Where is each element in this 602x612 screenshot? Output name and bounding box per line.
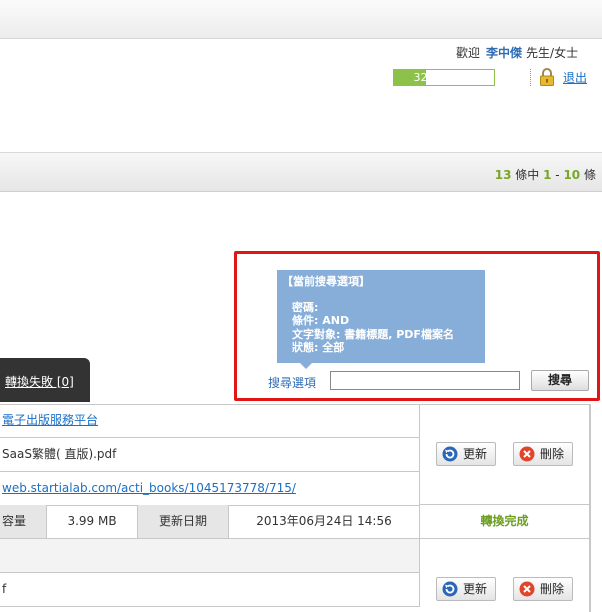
delete-button[interactable]: 刪除 [513, 442, 574, 466]
update-button[interactable]: 更新 [436, 577, 497, 601]
tooltip-line: 條件: AND [292, 314, 350, 327]
header-divider [530, 69, 531, 86]
delete-button[interactable]: 刪除 [513, 577, 574, 601]
tooltip-line: 密碼: [292, 300, 319, 314]
pagination-count: 13 條中 1 - 10 條 [495, 166, 596, 183]
book-actions-cell: 更新 刪除 [420, 539, 590, 612]
book-pdf-name: f [2, 582, 7, 596]
update-button-label: 更新 [463, 447, 488, 461]
table-row: f [0, 573, 420, 607]
table-row [0, 539, 420, 573]
tab-conversion-failed-label[interactable]: 轉換失敗 [0] [5, 373, 74, 390]
logout-link[interactable]: 退出 [563, 69, 587, 86]
refresh-icon [442, 446, 458, 462]
storage-usage-bar: 32% in use [393, 69, 495, 86]
tooltip-line: 狀態: 全部 [292, 341, 345, 354]
welcome-prefix: 歡迎 [456, 46, 481, 60]
updated-value: 2013年06月24日 14:56 [229, 505, 420, 539]
delete-button-label: 刪除 [540, 447, 565, 461]
delete-button-label: 刪除 [540, 582, 565, 596]
updated-label: 更新日期 [138, 505, 229, 539]
book-actions-cell: 更新 刪除 [420, 404, 590, 505]
update-button-label: 更新 [463, 582, 488, 596]
lock-icon [540, 68, 554, 86]
book-url-link[interactable]: web.startialab.com/acti_books/1045173778… [2, 481, 296, 495]
table-row: SaaS繁體( 直版).pdf [0, 438, 420, 472]
book-pdf-name: SaaS繁體( 直版).pdf [2, 447, 117, 461]
range-end: 10 [563, 168, 581, 182]
size-value: 3.99 MB [47, 505, 138, 539]
table-row: web.startialab.com/acti_books/1045173778… [0, 472, 420, 506]
table-row: 電子出版服務平台 [0, 404, 420, 438]
search-input[interactable] [330, 371, 520, 390]
tab-conversion-failed[interactable]: 轉換失敗 [0] [0, 358, 90, 402]
conversion-status: 轉換完成 [420, 505, 590, 539]
username: 李中傑 [486, 46, 523, 60]
welcome-text: 歡迎 李中傑 先生/女士 [456, 44, 578, 61]
range-suffix: 條 [583, 168, 596, 182]
update-button[interactable]: 更新 [436, 442, 497, 466]
status-badge: 轉換完成 [480, 514, 529, 528]
range-sep: - [555, 168, 560, 182]
total-count: 13 [494, 168, 512, 182]
table-right-edge [590, 404, 591, 612]
search-button[interactable]: 搜尋 [531, 370, 589, 391]
refresh-icon [442, 581, 458, 597]
delete-icon [519, 446, 535, 462]
tooltip-title: 【當前搜尋選項】 [282, 275, 370, 288]
total-suffix: 條中 [515, 168, 540, 182]
storage-usage-text: 32% in use [413, 71, 475, 84]
search-options-link[interactable]: 搜尋選項 [268, 374, 316, 391]
top-bar [0, 0, 602, 39]
delete-icon [519, 581, 535, 597]
tooltip-arrow [300, 363, 312, 369]
range-start: 1 [543, 168, 552, 182]
tooltip-line: 文字對象: 書籍標題, PDF檔案名 [292, 327, 454, 341]
size-label: 容量 [0, 505, 47, 539]
search-options-tooltip: 【當前搜尋選項】 密碼: 條件: AND 文字對象: 書籍標題, PDF檔案名 … [277, 270, 485, 363]
book-title-link[interactable]: 電子出版服務平台 [2, 413, 98, 427]
welcome-suffix: 先生/女士 [526, 46, 579, 60]
